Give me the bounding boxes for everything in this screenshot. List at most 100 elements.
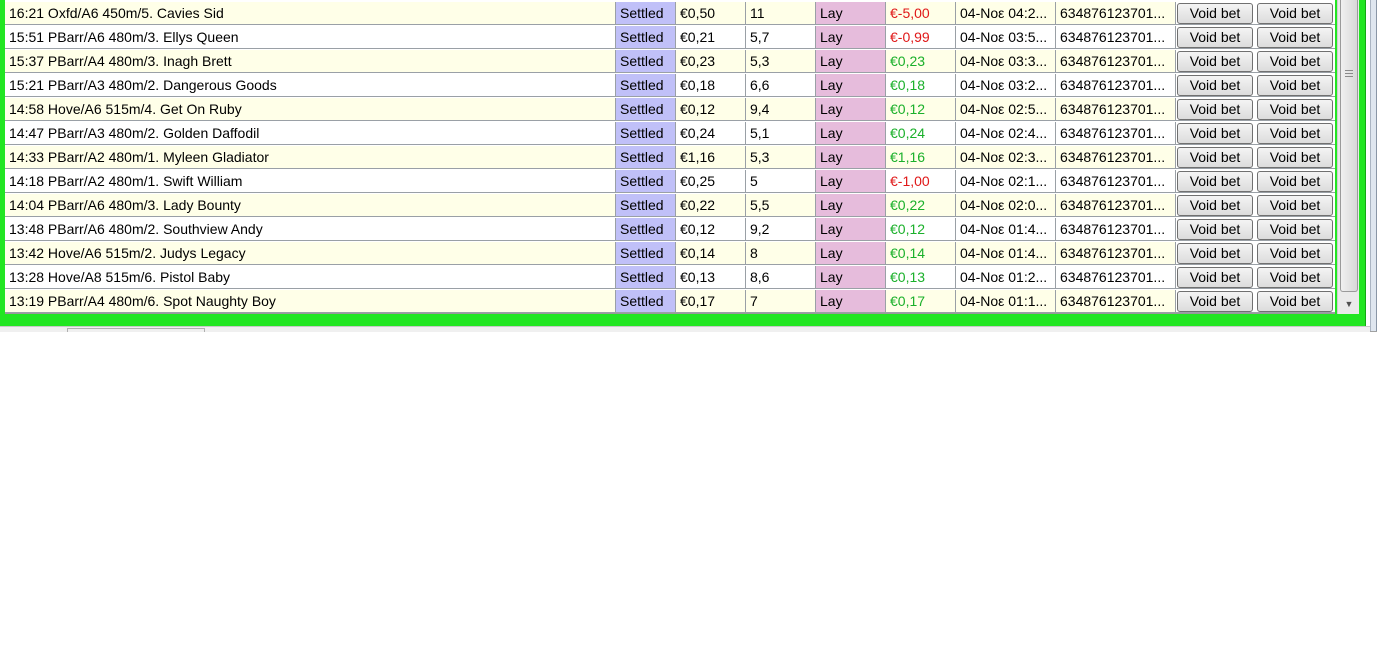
void-bet-button[interactable]: Void bet	[1177, 3, 1253, 24]
odds-cell: 5	[746, 170, 816, 193]
bet-id-cell: 634876123701...	[1056, 26, 1176, 49]
side-cell: Lay	[816, 242, 886, 265]
table-row[interactable]: 13:28 Hove/A8 515m/6. Pistol Baby Settled…	[5, 266, 1335, 290]
window-right-border	[1370, 0, 1377, 331]
table-row[interactable]: 14:47 PBarr/A3 480m/2. Golden Daffodil Se…	[5, 122, 1335, 146]
stake-cell: €0,23	[676, 50, 746, 73]
void-bet-button[interactable]: Void bet	[1177, 291, 1253, 312]
market-cell: 16:21 Oxfd/A6 450m/5. Cavies Sid	[5, 2, 616, 25]
table-row[interactable]: 16:21 Oxfd/A6 450m/5. Cavies Sid Settled €…	[5, 2, 1335, 26]
table-row[interactable]: 13:42 Hove/A6 515m/2. Judys Legacy Settle…	[5, 242, 1335, 266]
void-bet-button[interactable]: Void bet	[1177, 147, 1253, 168]
void-bet-button[interactable]: Void bet	[1177, 75, 1253, 96]
side-cell: Lay	[816, 218, 886, 241]
stake-cell: €0,25	[676, 170, 746, 193]
stake-cell: €0,18	[676, 74, 746, 97]
bet-id-cell: 634876123701...	[1056, 98, 1176, 121]
void-bet-button[interactable]: Void bet	[1177, 99, 1253, 120]
void-bet-button[interactable]: Void bet	[1257, 51, 1333, 72]
table-row[interactable]: 13:19 PBarr/A4 480m/6. Spot Naughty Boy S…	[5, 290, 1335, 314]
grid-frame: 16:21 Oxfd/A6 450m/5. Cavies Sid Settled €…	[0, 0, 1366, 327]
void-bet-button[interactable]: Void bet	[1257, 291, 1333, 312]
status-cell: Settled	[616, 50, 676, 73]
vertical-scrollbar[interactable]: ▼	[1337, 0, 1359, 314]
bets-rows: 16:21 Oxfd/A6 450m/5. Cavies Sid Settled €…	[5, 2, 1335, 314]
market-cell: 15:37 PBarr/A4 480m/3. Inagh Brett	[5, 50, 616, 73]
table-row[interactable]: 15:21 PBarr/A3 480m/2. Dangerous Goods Se…	[5, 74, 1335, 98]
actions-cell: Void bet Void bet	[1176, 266, 1335, 289]
odds-cell: 5,5	[746, 194, 816, 217]
void-bet-button[interactable]: Void bet	[1177, 171, 1253, 192]
odds-cell: 8,6	[746, 266, 816, 289]
void-bet-button[interactable]: Void bet	[1177, 267, 1253, 288]
profit-loss-cell: €0,18	[886, 74, 956, 97]
void-bet-button[interactable]: Void bet	[1257, 147, 1333, 168]
void-bet-button[interactable]: Void bet	[1257, 27, 1333, 48]
market-cell: 14:04 PBarr/A6 480m/3. Lady Bounty	[5, 194, 616, 217]
stake-cell: €0,21	[676, 26, 746, 49]
void-bet-button[interactable]: Void bet	[1177, 195, 1253, 216]
table-row[interactable]: 14:18 PBarr/A2 480m/1. Swift William Sett…	[5, 170, 1335, 194]
side-cell: Lay	[816, 194, 886, 217]
odds-cell: 9,2	[746, 218, 816, 241]
actions-cell: Void bet Void bet	[1176, 194, 1335, 217]
bet-id-cell: 634876123701...	[1056, 2, 1176, 25]
table-row[interactable]: 14:33 PBarr/A2 480m/1. Myleen Gladiator S…	[5, 146, 1335, 170]
market-cell: 13:28 Hove/A8 515m/6. Pistol Baby	[5, 266, 616, 289]
status-cell: Settled	[616, 2, 676, 25]
bet-id-cell: 634876123701...	[1056, 122, 1176, 145]
void-bet-button[interactable]: Void bet	[1257, 219, 1333, 240]
actions-cell: Void bet Void bet	[1176, 242, 1335, 265]
stake-cell: €0,50	[676, 2, 746, 25]
scroll-down-icon[interactable]: ▼	[1341, 297, 1357, 311]
market-cell: 13:42 Hove/A6 515m/2. Judys Legacy	[5, 242, 616, 265]
table-row[interactable]: 15:37 PBarr/A4 480m/3. Inagh Brett Settle…	[5, 50, 1335, 74]
market-cell: 13:48 PBarr/A6 480m/2. Southview Andy	[5, 218, 616, 241]
void-bet-button[interactable]: Void bet	[1257, 99, 1333, 120]
void-bet-button[interactable]: Void bet	[1257, 195, 1333, 216]
stake-cell: €0,17	[676, 290, 746, 313]
date-cell: 04-Νοε 03:3...	[956, 50, 1056, 73]
void-bet-button[interactable]: Void bet	[1257, 171, 1333, 192]
status-strip	[0, 326, 1370, 332]
void-bet-button[interactable]: Void bet	[1177, 27, 1253, 48]
profit-loss-cell: €0,12	[886, 218, 956, 241]
scroll-thumb[interactable]	[1340, 0, 1358, 292]
void-bet-button[interactable]: Void bet	[1257, 3, 1333, 24]
table-row[interactable]: 14:04 PBarr/A6 480m/3. Lady Bounty Settle…	[5, 194, 1335, 218]
date-cell: 04-Νοε 03:5...	[956, 26, 1056, 49]
void-bet-button[interactable]: Void bet	[1177, 123, 1253, 144]
bet-id-cell: 634876123701...	[1056, 218, 1176, 241]
void-bet-button[interactable]: Void bet	[1257, 267, 1333, 288]
tab-edge-1[interactable]	[67, 328, 136, 332]
actions-cell: Void bet Void bet	[1176, 146, 1335, 169]
actions-cell: Void bet Void bet	[1176, 74, 1335, 97]
status-cell: Settled	[616, 74, 676, 97]
void-bet-button[interactable]: Void bet	[1177, 243, 1253, 264]
table-row[interactable]: 15:51 PBarr/A6 480m/3. Ellys Queen Settle…	[5, 26, 1335, 50]
bet-id-cell: 634876123701...	[1056, 170, 1176, 193]
profit-loss-cell: €-1,00	[886, 170, 956, 193]
status-cell: Settled	[616, 170, 676, 193]
date-cell: 04-Νοε 01:4...	[956, 242, 1056, 265]
bet-id-cell: 634876123701...	[1056, 242, 1176, 265]
table-row[interactable]: 14:58 Hove/A6 515m/4. Get On Ruby Settled…	[5, 98, 1335, 122]
date-cell: 04-Νοε 02:0...	[956, 194, 1056, 217]
tab-edge-2[interactable]	[136, 328, 205, 332]
odds-cell: 6,6	[746, 74, 816, 97]
profit-loss-cell: €0,23	[886, 50, 956, 73]
side-cell: Lay	[816, 50, 886, 73]
date-cell: 04-Νοε 03:2...	[956, 74, 1056, 97]
odds-cell: 5,3	[746, 146, 816, 169]
void-bet-button[interactable]: Void bet	[1177, 51, 1253, 72]
void-bet-button[interactable]: Void bet	[1257, 75, 1333, 96]
table-row[interactable]: 13:48 PBarr/A6 480m/2. Southview Andy Set…	[5, 218, 1335, 242]
stake-cell: €0,14	[676, 242, 746, 265]
void-bet-button[interactable]: Void bet	[1177, 219, 1253, 240]
void-bet-button[interactable]: Void bet	[1257, 123, 1333, 144]
side-cell: Lay	[816, 98, 886, 121]
side-cell: Lay	[816, 290, 886, 313]
market-cell: 13:19 PBarr/A4 480m/6. Spot Naughty Boy	[5, 290, 616, 313]
void-bet-button[interactable]: Void bet	[1257, 243, 1333, 264]
side-cell: Lay	[816, 122, 886, 145]
